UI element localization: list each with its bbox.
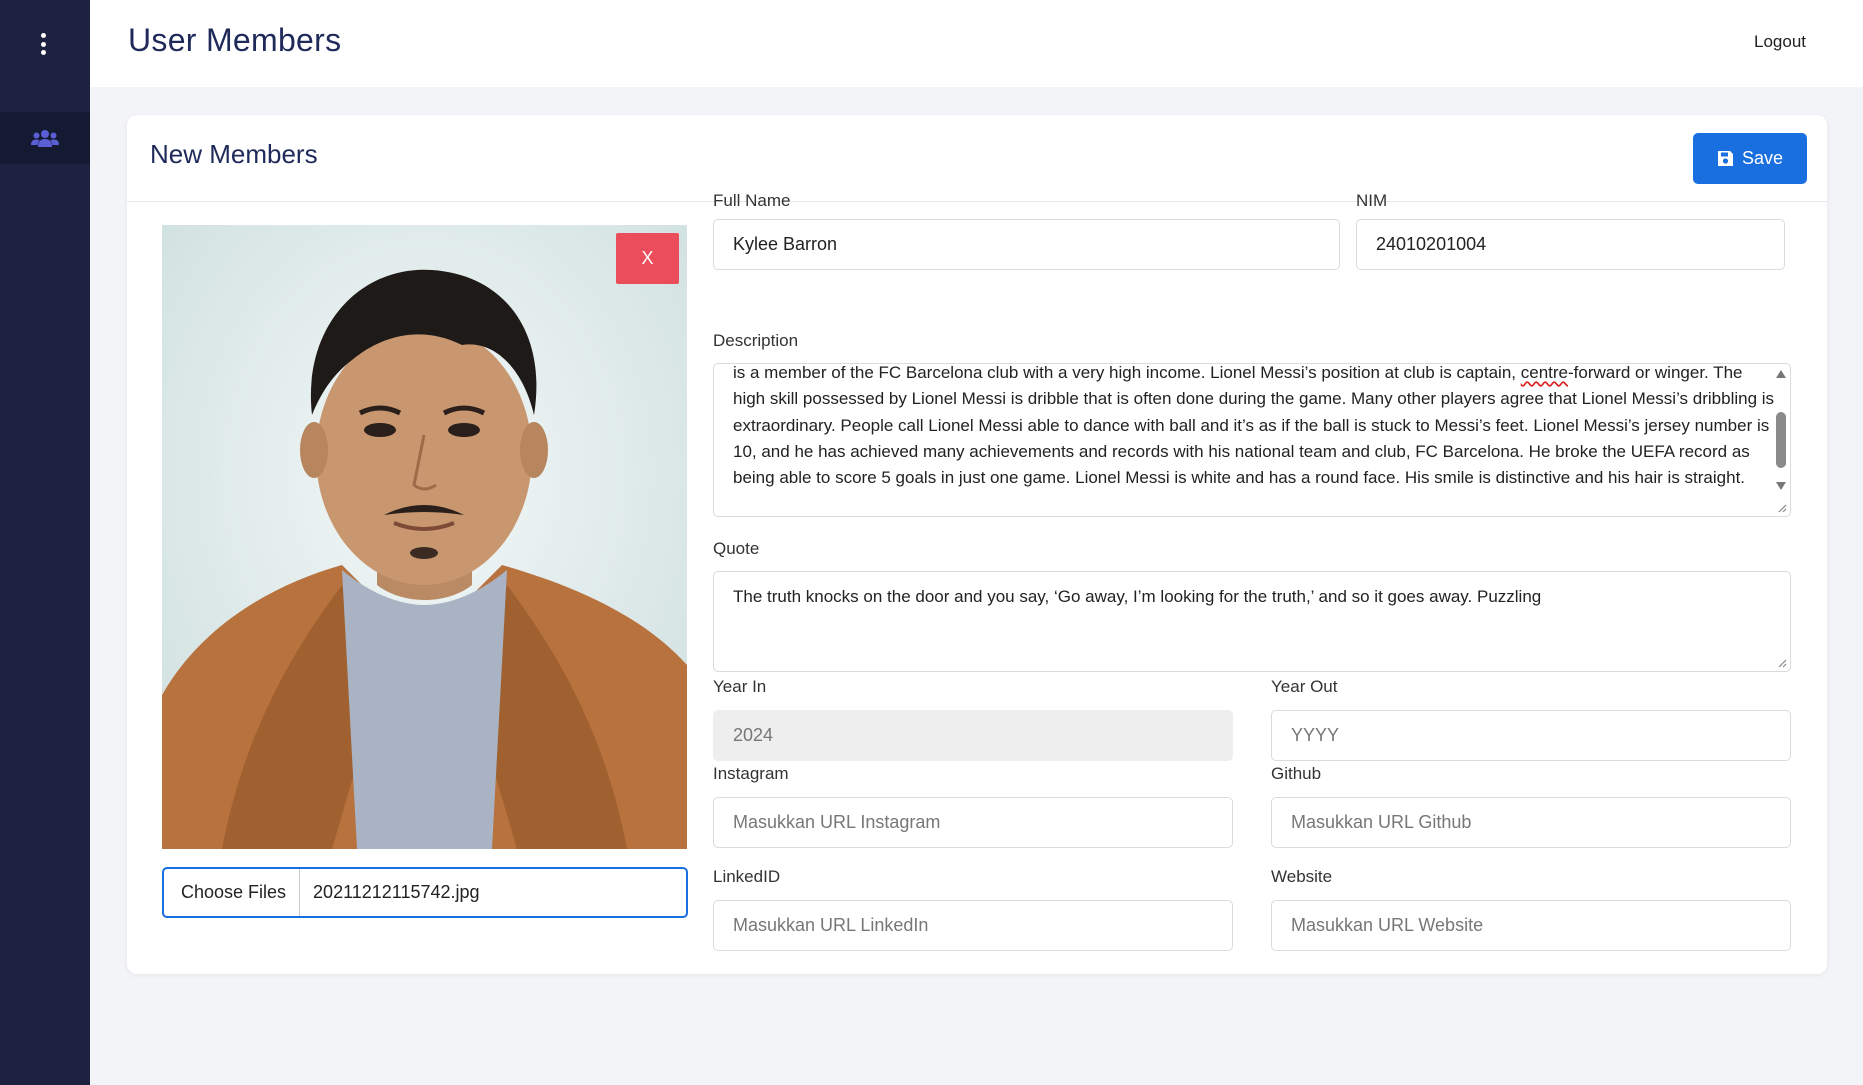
resize-grip-icon[interactable] xyxy=(1777,658,1787,668)
website-label: Website xyxy=(1271,867,1333,886)
kebab-menu-icon[interactable] xyxy=(38,33,48,55)
year-in-label: Year In xyxy=(713,677,767,696)
photo-file-input[interactable]: Choose Files 20211212115742.jpg xyxy=(162,867,688,918)
description-scrollbar[interactable] xyxy=(1772,364,1790,516)
floppy-disk-icon xyxy=(1717,151,1733,166)
full-name-input[interactable]: Kylee Barron xyxy=(713,219,1340,270)
remove-photo-button[interactable]: X xyxy=(616,233,679,284)
description-label: Description xyxy=(713,331,799,350)
full-name-label: Full Name xyxy=(713,191,791,210)
logout-link[interactable]: Logout xyxy=(1754,32,1806,52)
github-input[interactable]: Masukkan URL Github xyxy=(1271,797,1791,848)
nim-label: NIM xyxy=(1356,191,1388,210)
page-title: User Members xyxy=(128,22,342,58)
save-button[interactable]: Save xyxy=(1693,133,1807,184)
new-member-card: New Members Save X Choose Files 20211212… xyxy=(127,115,1827,974)
website-input[interactable]: Masukkan URL Website xyxy=(1271,900,1791,951)
card-header: New Members Save xyxy=(127,115,1827,202)
resize-grip-icon[interactable] xyxy=(1777,503,1787,513)
save-button-label: Save xyxy=(1741,148,1784,168)
year-in-input: 2024 xyxy=(713,710,1233,761)
instagram-input[interactable]: Masukkan URL Instagram xyxy=(713,797,1233,848)
sidebar xyxy=(0,0,90,1085)
selected-file-name: 20211212115742.jpg xyxy=(313,882,480,902)
year-out-input[interactable]: YYYY xyxy=(1271,710,1791,761)
description-text: is a member of the FC Barcelona club wit… xyxy=(733,363,1775,488)
quote-label: Quote xyxy=(713,539,760,558)
scroll-thumb[interactable] xyxy=(1776,412,1786,468)
linkedin-input[interactable]: Masukkan URL LinkedIn xyxy=(713,900,1233,951)
scroll-down-arrow-icon[interactable] xyxy=(1776,482,1786,490)
choose-files-button[interactable]: Choose Files xyxy=(164,869,301,916)
quote-textarea[interactable]: The truth knocks on the door and you say… xyxy=(713,571,1791,672)
instagram-label: Instagram xyxy=(713,764,789,783)
member-photo xyxy=(162,225,687,849)
nim-input[interactable]: 24010201004 xyxy=(1356,219,1785,270)
quote-text: The truth knocks on the door and you say… xyxy=(733,587,1542,606)
scroll-up-arrow-icon[interactable] xyxy=(1776,370,1786,378)
year-out-label: Year Out xyxy=(1271,677,1338,696)
github-label: Github xyxy=(1271,764,1322,783)
topbar: User Members Logout xyxy=(90,0,1863,87)
sidebar-item-members[interactable] xyxy=(0,112,90,164)
spellcheck-word: centre xyxy=(1520,363,1568,382)
card-title: New Members xyxy=(150,139,318,169)
description-textarea[interactable]: is a member of the FC Barcelona club wit… xyxy=(713,363,1791,517)
users-icon xyxy=(31,130,59,147)
linkedin-label: LinkedID xyxy=(713,867,781,886)
